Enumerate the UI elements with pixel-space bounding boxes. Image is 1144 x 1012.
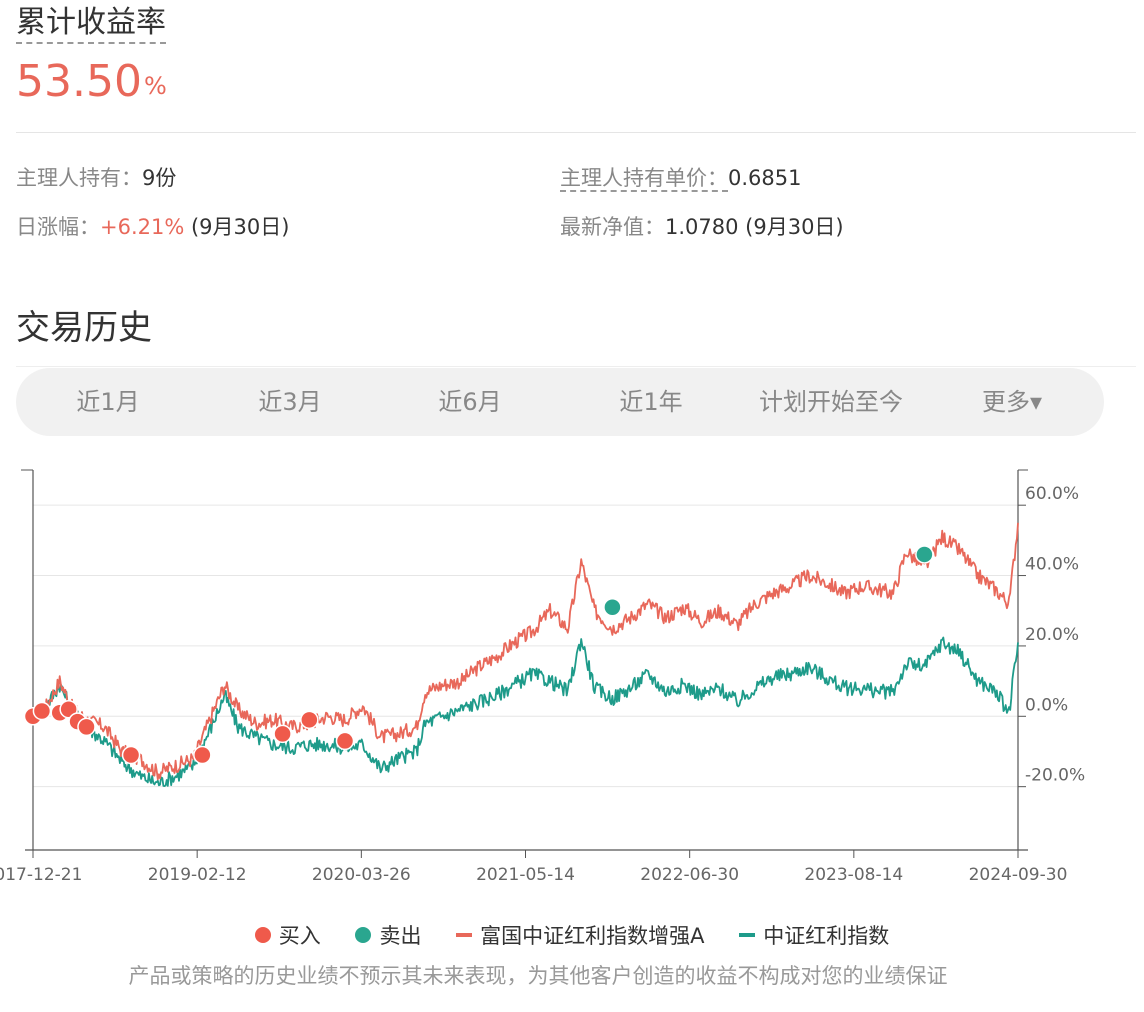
buy-marker [273, 724, 292, 744]
y-tick-label: 0.0% [1025, 695, 1068, 715]
return-unit: % [143, 72, 167, 100]
nav-value: 1.0780 (9月30日) [665, 215, 844, 239]
x-tick-label: 2020-03-26 [312, 865, 411, 885]
buy-marker [335, 731, 355, 751]
x-tick-label: 2022-06-30 [640, 865, 739, 885]
sell-marker [915, 545, 934, 564]
unit-price-info: 主理人持有单价：0.6851 [560, 163, 801, 193]
x-tick-label: 2017-12-21 [0, 865, 82, 885]
buy-marker [193, 745, 212, 765]
tab-3m[interactable]: 近3月 [200, 368, 380, 436]
y-tick-label: -20.0% [1025, 766, 1085, 786]
unit-price-label[interactable]: 主理人持有单价： [560, 166, 728, 192]
holding-info: 主理人持有：9份 [16, 163, 176, 193]
x-tick-label: 2019-02-12 [148, 865, 247, 885]
y-tick-label: 20.0% [1025, 625, 1079, 645]
cumulative-return-title[interactable]: 累计收益率 [16, 4, 166, 44]
holding-label: 主理人持有： [16, 166, 142, 190]
legend-index[interactable]: 中证红利指数 [739, 920, 889, 950]
nav-label: 最新净值： [560, 215, 665, 239]
series-line-fund [32, 522, 1019, 781]
divider [16, 366, 1136, 367]
tab-6m[interactable]: 近6月 [380, 368, 560, 436]
tab-1m[interactable]: 近1月 [16, 368, 200, 436]
sell-marker [603, 597, 622, 617]
buy-dot-icon [254, 927, 271, 943]
legend-sell[interactable]: 卖出 [355, 920, 421, 950]
sell-dot-icon [355, 927, 372, 943]
cumulative-return-value: 53.50% [16, 52, 167, 112]
unit-price-value: 0.6851 [728, 166, 802, 190]
return-number: 53.50 [16, 56, 142, 107]
buy-marker [77, 717, 96, 737]
disclaimer: 产品或策略的历史业绩不预示其未来表现，为其他客户创造的收益不构成对您的业绩保证 [128, 964, 948, 988]
legend-buy-label: 买入 [278, 924, 321, 948]
y-tick-label: 60.0% [1025, 484, 1079, 504]
daily-date: (9月30日) [184, 215, 290, 239]
line-dash-icon [456, 933, 473, 937]
daily-change-info: 日涨幅：+6.21% (9月30日) [16, 212, 289, 242]
x-tick-label: 2023-08-14 [804, 865, 903, 885]
chart-legend: 买入 卖出 富国中证红利指数增强A 中证红利指数 [0, 920, 1144, 950]
legend-fund[interactable]: 富国中证红利指数增强A [456, 920, 705, 950]
holding-value: 9份 [142, 166, 177, 190]
legend-fund-label: 富国中证红利指数增强A [480, 924, 705, 948]
tab-more[interactable]: 更多▾ [920, 368, 1104, 436]
x-tick-label: 2024-09-30 [969, 865, 1068, 885]
return-chart: 60.0% 40.0% 20.0% 0.0% -20.0% 2017-12-21 2019-… [0, 469, 1085, 885]
line-dash-icon [739, 933, 756, 937]
tab-since-start[interactable]: 计划开始至今 [742, 368, 920, 436]
tab-1y[interactable]: 近1年 [560, 368, 742, 436]
nav-info: 最新净值：1.0780 (9月30日) [560, 212, 844, 242]
legend-index-label: 中证红利指数 [763, 924, 890, 948]
buy-marker [121, 745, 141, 765]
period-tabs: 近1月 近3月 近6月 近1年 计划开始至今 更多▾ [16, 368, 1104, 436]
buy-marker [300, 710, 319, 730]
divider [16, 132, 1136, 133]
daily-value: +6.21% [100, 215, 185, 239]
legend-sell-label: 卖出 [379, 924, 422, 948]
buy-marker [32, 701, 52, 721]
daily-label: 日涨幅： [16, 215, 100, 239]
x-tick-label: 2021-05-14 [476, 865, 575, 885]
section-title-trade-history: 交易历史 [16, 308, 152, 348]
legend-buy[interactable]: 买入 [254, 920, 321, 950]
y-tick-label: 40.0% [1025, 555, 1079, 575]
